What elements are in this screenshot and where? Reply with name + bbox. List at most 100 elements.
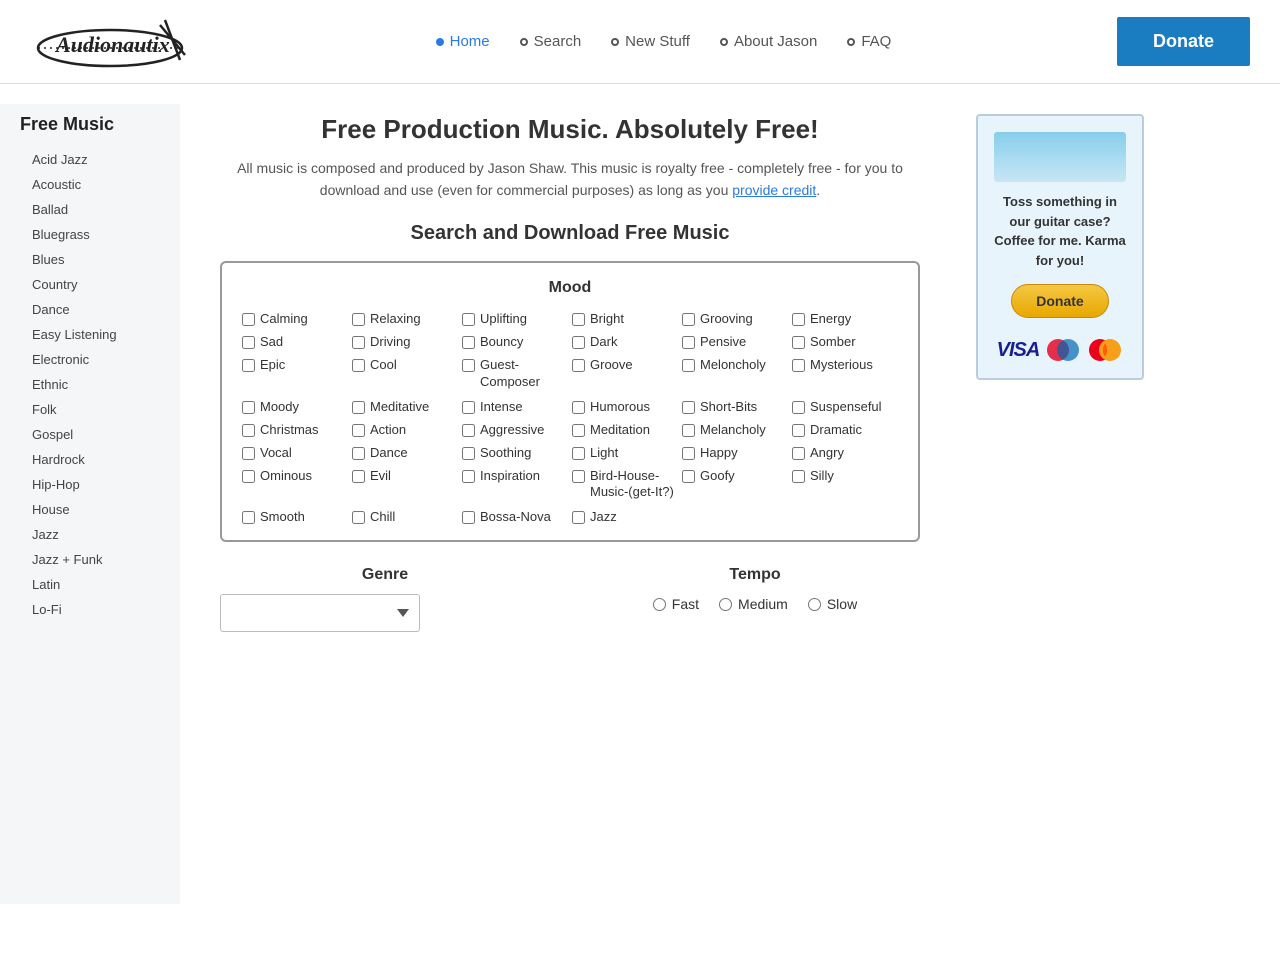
mood-bouncy-checkbox[interactable] [462, 336, 475, 349]
mood-light-checkbox[interactable] [572, 447, 585, 460]
mood-bossa-nova[interactable]: Bossa-Nova [462, 509, 568, 524]
mood-epic[interactable]: Epic [242, 357, 348, 391]
mood-dark[interactable]: Dark [572, 334, 678, 349]
mood-melancholy[interactable]: Melancholy [682, 422, 788, 437]
mood-light[interactable]: Light [572, 445, 678, 460]
mood-chill-checkbox[interactable] [352, 511, 365, 524]
sidebar-item-ballad[interactable]: Ballad [20, 197, 160, 222]
tempo-medium[interactable]: Medium [719, 596, 788, 612]
mood-mysterious-checkbox[interactable] [792, 359, 805, 372]
mood-groove[interactable]: Groove [572, 357, 678, 391]
mood-chill[interactable]: Chill [352, 509, 458, 524]
sidebar-item-dance[interactable]: Dance [20, 297, 160, 322]
mood-bird-house-checkbox[interactable] [572, 470, 585, 483]
provide-credit-link[interactable]: provide credit [732, 182, 816, 198]
mood-happy[interactable]: Happy [682, 445, 788, 460]
mood-bright-checkbox[interactable] [572, 313, 585, 326]
tempo-slow[interactable]: Slow [808, 596, 857, 612]
mood-dramatic-checkbox[interactable] [792, 424, 805, 437]
tempo-fast[interactable]: Fast [653, 596, 699, 612]
sidebar-item-house[interactable]: House [20, 497, 160, 522]
mood-calming[interactable]: Calming [242, 311, 348, 326]
mood-pensive[interactable]: Pensive [682, 334, 788, 349]
sidebar-item-hip-hop[interactable]: Hip-Hop [20, 472, 160, 497]
mood-humorous[interactable]: Humorous [572, 399, 678, 414]
mood-soothing[interactable]: Soothing [462, 445, 568, 460]
mood-inspiration[interactable]: Inspiration [462, 468, 568, 502]
mood-intense[interactable]: Intense [462, 399, 568, 414]
mood-moody-checkbox[interactable] [242, 401, 255, 414]
sidebar-item-bluegrass[interactable]: Bluegrass [20, 222, 160, 247]
mood-vocal-checkbox[interactable] [242, 447, 255, 460]
sidebar-item-lo-fi[interactable]: Lo-Fi [20, 597, 160, 622]
mood-goofy-checkbox[interactable] [682, 470, 695, 483]
sidebar-item-ethnic[interactable]: Ethnic [20, 372, 160, 397]
mood-energy-checkbox[interactable] [792, 313, 805, 326]
genre-select[interactable]: Acid Jazz Acoustic Ballad Bluegrass Blue… [220, 594, 420, 632]
mood-guest-composer[interactable]: Guest-Composer [462, 357, 568, 391]
mood-meloncholy[interactable]: Meloncholy [682, 357, 788, 391]
sidebar-item-acid-jazz[interactable]: Acid Jazz [20, 147, 160, 172]
mood-epic-checkbox[interactable] [242, 359, 255, 372]
sidebar-item-folk[interactable]: Folk [20, 397, 160, 422]
mood-smooth[interactable]: Smooth [242, 509, 348, 524]
sidebar-item-jazz[interactable]: Jazz [20, 522, 160, 547]
nav-home[interactable]: Home [436, 33, 490, 50]
nav-new-stuff[interactable]: New Stuff [611, 33, 690, 50]
mood-jazz[interactable]: Jazz [572, 509, 678, 524]
mood-evil-checkbox[interactable] [352, 470, 365, 483]
mood-dramatic[interactable]: Dramatic [792, 422, 898, 437]
mood-sad-checkbox[interactable] [242, 336, 255, 349]
mood-inspiration-checkbox[interactable] [462, 470, 475, 483]
mood-groove-checkbox[interactable] [572, 359, 585, 372]
tempo-fast-radio[interactable] [653, 598, 666, 611]
mood-bright[interactable]: Bright [572, 311, 678, 326]
mood-bouncy[interactable]: Bouncy [462, 334, 568, 349]
mood-relaxing-checkbox[interactable] [352, 313, 365, 326]
mood-angry[interactable]: Angry [792, 445, 898, 460]
mood-humorous-checkbox[interactable] [572, 401, 585, 414]
mood-ominous-checkbox[interactable] [242, 470, 255, 483]
mood-bird-house[interactable]: Bird-House-Music-(get-It?) [572, 468, 678, 502]
mood-meloncholy-checkbox[interactable] [682, 359, 695, 372]
mood-suspenseful-checkbox[interactable] [792, 401, 805, 414]
mood-short-bits-checkbox[interactable] [682, 401, 695, 414]
tempo-slow-radio[interactable] [808, 598, 821, 611]
mood-smooth-checkbox[interactable] [242, 511, 255, 524]
mood-moody[interactable]: Moody [242, 399, 348, 414]
mood-short-bits[interactable]: Short-Bits [682, 399, 788, 414]
mood-calming-checkbox[interactable] [242, 313, 255, 326]
sidebar-item-acoustic[interactable]: Acoustic [20, 172, 160, 197]
mood-relaxing[interactable]: Relaxing [352, 311, 458, 326]
mood-somber[interactable]: Somber [792, 334, 898, 349]
mood-energy[interactable]: Energy [792, 311, 898, 326]
mood-aggressive[interactable]: Aggressive [462, 422, 568, 437]
tempo-medium-radio[interactable] [719, 598, 732, 611]
sidebar-item-country[interactable]: Country [20, 272, 160, 297]
mood-action[interactable]: Action [352, 422, 458, 437]
mood-sad[interactable]: Sad [242, 334, 348, 349]
mood-christmas-checkbox[interactable] [242, 424, 255, 437]
mood-dance-checkbox[interactable] [352, 447, 365, 460]
header-donate-button[interactable]: Donate [1117, 17, 1250, 66]
mood-dark-checkbox[interactable] [572, 336, 585, 349]
nav-faq[interactable]: FAQ [847, 33, 891, 50]
mood-melancholy-checkbox[interactable] [682, 424, 695, 437]
mood-mysterious[interactable]: Mysterious [792, 357, 898, 391]
mood-dance[interactable]: Dance [352, 445, 458, 460]
mood-silly[interactable]: Silly [792, 468, 898, 502]
donate-oval-button[interactable]: Donate [1011, 284, 1108, 318]
mood-driving-checkbox[interactable] [352, 336, 365, 349]
mood-meditation-checkbox[interactable] [572, 424, 585, 437]
mood-action-checkbox[interactable] [352, 424, 365, 437]
mood-suspenseful[interactable]: Suspenseful [792, 399, 898, 414]
nav-search[interactable]: Search [520, 33, 582, 50]
mood-goofy[interactable]: Goofy [682, 468, 788, 502]
mood-uplifting[interactable]: Uplifting [462, 311, 568, 326]
mood-cool[interactable]: Cool [352, 357, 458, 391]
mood-pensive-checkbox[interactable] [682, 336, 695, 349]
mood-angry-checkbox[interactable] [792, 447, 805, 460]
mood-christmas[interactable]: Christmas [242, 422, 348, 437]
mood-meditation[interactable]: Meditation [572, 422, 678, 437]
mood-happy-checkbox[interactable] [682, 447, 695, 460]
